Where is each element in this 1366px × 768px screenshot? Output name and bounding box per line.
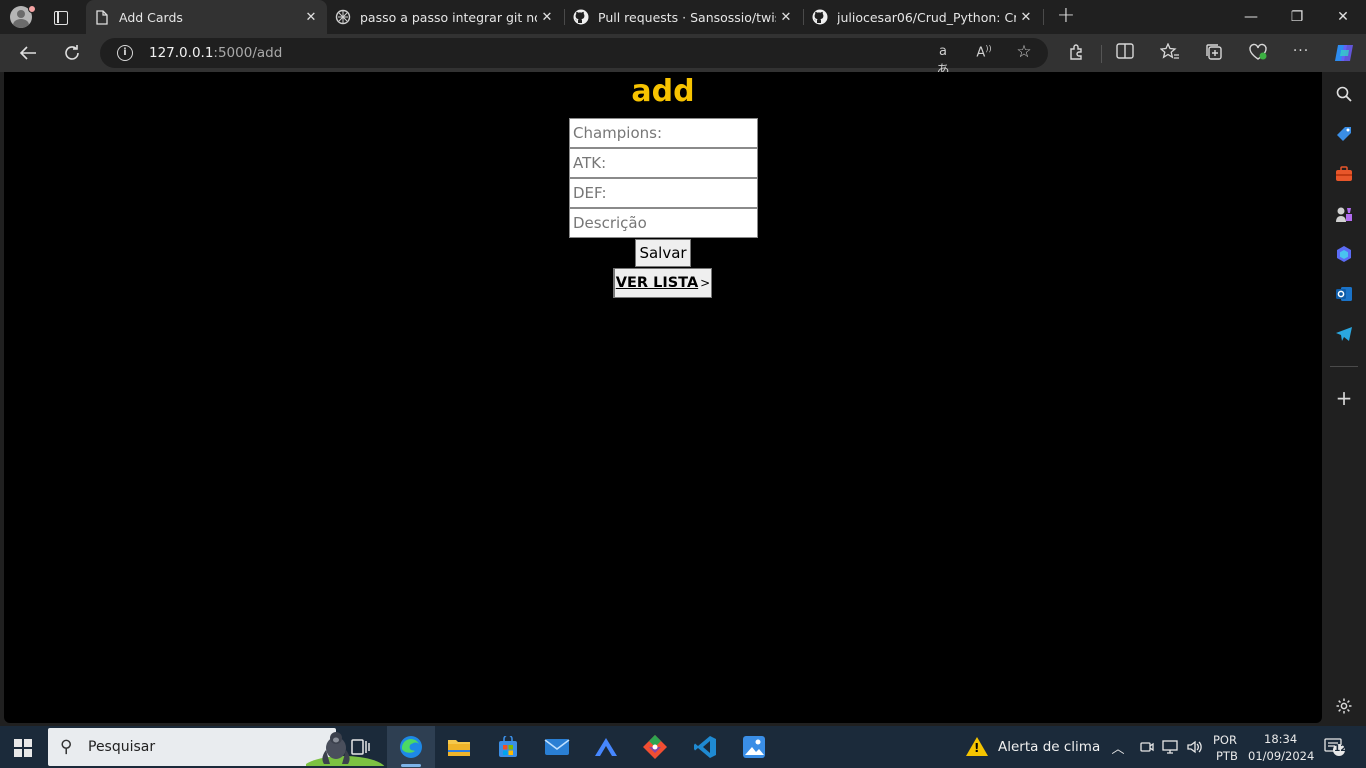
sidebar-separator <box>1330 366 1358 367</box>
vscode-icon[interactable] <box>689 731 721 763</box>
close-window-button[interactable]: ✕ <box>1320 0 1366 34</box>
address-bar[interactable]: i 127.0.0.1:5000/add aあ A)) ☆ <box>100 38 1048 78</box>
champions-input[interactable] <box>569 118 758 148</box>
clock-date[interactable]: 01/09/2024 <box>1248 749 1314 763</box>
file-explorer-icon[interactable] <box>443 731 475 763</box>
copilot-app-icon[interactable] <box>1334 244 1354 264</box>
translate-icon[interactable]: aあ <box>933 44 953 78</box>
page-icon <box>94 9 110 25</box>
windows-taskbar: ⚲ Pesquisar Alerta de clima ︿ <box>0 726 1366 768</box>
task-view-icon[interactable] <box>344 731 376 763</box>
weather-alert-text: Alerta de clima <box>998 738 1101 755</box>
photos-app-icon[interactable] <box>738 731 770 763</box>
url-host: 127.0.0.1 <box>149 45 214 61</box>
url-path: :5000/add <box>213 45 283 61</box>
tab-close-button[interactable]: ✕ <box>537 10 557 25</box>
chevron-up-icon[interactable]: ︿ <box>1108 731 1128 763</box>
mail-icon[interactable] <box>541 731 573 763</box>
tab-close-button[interactable]: ✕ <box>776 10 796 25</box>
browser-toolbar: i 127.0.0.1:5000/add aあ A)) ☆ ··· <box>0 34 1366 78</box>
windows-start-icon[interactable] <box>14 739 32 757</box>
tab-add-cards[interactable]: Add Cards ✕ <box>86 0 327 34</box>
page-title: add <box>631 74 695 109</box>
site-icon <box>335 9 351 25</box>
read-aloud-icon[interactable]: A)) <box>974 44 994 62</box>
tab-title: Add Cards <box>119 9 183 25</box>
descricao-input[interactable] <box>569 208 758 238</box>
split-screen-icon[interactable] <box>1114 43 1136 63</box>
git-app-icon[interactable] <box>639 731 671 763</box>
collections-icon[interactable] <box>1203 43 1225 63</box>
games-icon[interactable] <box>1334 204 1354 224</box>
outlook-icon[interactable] <box>1334 284 1354 304</box>
notification-count: 12 <box>1334 744 1347 754</box>
clock-time[interactable]: 18:34 <box>1264 732 1297 746</box>
search-icon: ⚲ <box>60 737 73 757</box>
shopping-tag-icon[interactable] <box>1334 124 1354 144</box>
taskbar-search-box[interactable]: ⚲ Pesquisar <box>48 728 385 766</box>
refresh-button[interactable] <box>58 39 86 67</box>
favorites-icon[interactable] <box>1159 42 1181 63</box>
url-text[interactable]: 127.0.0.1:5000/add <box>149 45 282 61</box>
sidebar-settings-icon[interactable] <box>1334 696 1354 716</box>
tab-title: juliocesar06/Crud_Python: Crud si <box>837 9 1016 25</box>
send-telegram-icon[interactable] <box>1334 324 1354 344</box>
profile-badge <box>28 5 36 13</box>
active-app-indicator <box>401 764 421 767</box>
vpn-app-icon[interactable] <box>590 731 622 763</box>
volume-icon[interactable] <box>1184 731 1206 763</box>
salvar-button[interactable]: Salvar <box>635 239 691 267</box>
tab-actions-icon[interactable] <box>48 5 72 29</box>
tab-title: Pull requests · Sansossio/twisted <box>598 9 776 25</box>
ver-lista-button[interactable]: VER LISTA > <box>613 268 712 298</box>
browser-essentials-icon[interactable] <box>1247 43 1269 63</box>
tab-close-button[interactable]: ✕ <box>1016 10 1036 25</box>
new-tab-button[interactable]: + <box>1054 4 1078 30</box>
notifications-icon[interactable]: 12 <box>1324 738 1347 756</box>
site-info-icon[interactable]: i <box>117 45 133 61</box>
toolbar-separator <box>1101 45 1102 63</box>
minimize-button[interactable]: — <box>1228 0 1274 34</box>
weather-alert[interactable]: Alerta de clima <box>966 737 1100 756</box>
network-icon[interactable] <box>1160 731 1182 763</box>
microsoft-store-icon[interactable] <box>492 731 524 763</box>
add-sidebar-app-icon[interactable]: + <box>1334 386 1354 410</box>
edge-app-icon[interactable] <box>395 731 427 763</box>
ver-lista-link[interactable]: VER LISTA <box>616 275 698 291</box>
page-viewport: add Salvar VER LISTA> <box>4 72 1322 723</box>
tab-separator <box>1043 9 1044 25</box>
restore-button[interactable]: ❐ <box>1274 0 1320 34</box>
input-language[interactable]: POR <box>1213 733 1237 747</box>
copilot-icon[interactable] <box>1332 41 1356 65</box>
tab-pull-requests[interactable]: Pull requests · Sansossio/twisted ✕ <box>565 0 802 34</box>
warning-icon <box>966 737 988 756</box>
tab-title: passo a passo integrar git no win <box>360 9 537 25</box>
back-button[interactable] <box>14 39 42 67</box>
refresh-icon <box>65 45 79 60</box>
tools-briefcase-icon[interactable] <box>1334 164 1354 184</box>
extensions-icon[interactable] <box>1066 43 1088 63</box>
profile-avatar-button[interactable] <box>8 4 36 30</box>
tab-git-guide[interactable]: passo a passo integrar git no win ✕ <box>327 0 563 34</box>
tab-close-button[interactable]: ✕ <box>301 10 321 25</box>
taskbar-search-text: Pesquisar <box>88 739 156 755</box>
meet-now-icon[interactable] <box>1138 731 1156 763</box>
keyboard-layout[interactable]: PTB <box>1216 749 1238 763</box>
back-arrow-icon <box>19 46 36 60</box>
tab-crud-python[interactable]: juliocesar06/Crud_Python: Crud si ✕ <box>804 0 1042 34</box>
tab-strip: Add Cards ✕ passo a passo integrar git n… <box>0 0 1366 34</box>
search-icon[interactable] <box>1334 84 1354 104</box>
def-input[interactable] <box>569 178 758 208</box>
github-icon <box>812 9 828 25</box>
settings-more-button[interactable]: ··· <box>1290 43 1312 63</box>
favorite-star-icon[interactable]: ☆ <box>1014 42 1034 62</box>
ver-lista-arrow: > <box>700 276 711 290</box>
github-icon <box>573 9 589 25</box>
edge-sidebar: + <box>1322 72 1366 726</box>
atk-input[interactable] <box>569 148 758 178</box>
